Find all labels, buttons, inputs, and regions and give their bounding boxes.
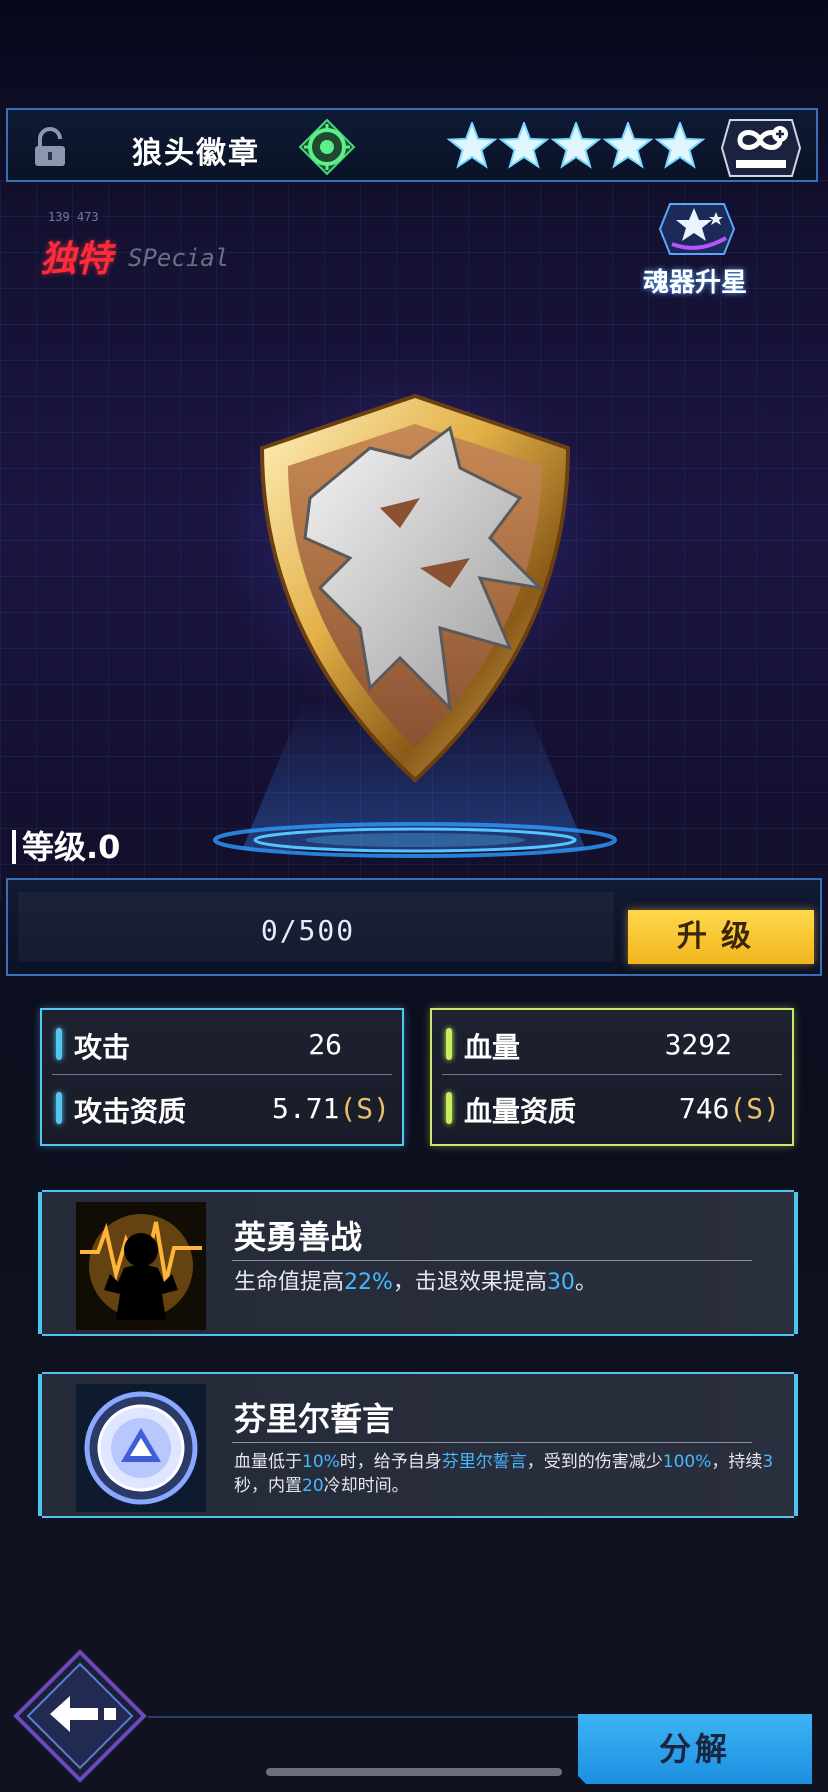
hp-quality-value: 746(S) [679,1092,780,1125]
attack-quality-row: 攻击资质 5.71(S) [56,1086,390,1130]
hp-stats-panel: 血量 3292 血量资质 746(S) [430,1008,794,1146]
star-rating [446,122,706,169]
rarity-label: 独特 [40,239,113,280]
back-arrow-icon[interactable] [10,1646,150,1786]
stat-indicator [56,1028,62,1060]
warrior-silhouette-icon [76,1202,206,1330]
card-edge [38,1192,42,1334]
description-text: 时，给予自身 [339,1452,442,1472]
stat-indicator [446,1028,452,1060]
progress-text: 0/500 [260,914,356,947]
highlighted-value: 芬里尔誓言 [441,1452,527,1472]
description-text: ，持续 [711,1452,763,1472]
infinity-plus-icon[interactable] [720,118,802,178]
stat-divider [52,1074,392,1075]
skill-title: 英勇善战 [234,1218,363,1256]
attack-value: 26 [308,1028,342,1061]
item-name: 狼头徽章 [132,136,260,171]
upgrade-star-button[interactable]: 魂器升星 [622,198,768,302]
hp-quality-number: 746 [678,1092,730,1125]
attack-row: 攻击 26 [56,1022,390,1066]
skill-description: 血量低于10%时，给予自身芬里尔誓言，受到的伤害减少100%，持续3 秒，内置20… [234,1450,774,1498]
attack-quality-value: 5.71(S) [272,1092,390,1125]
hp-label: 血量 [464,1031,521,1064]
disassemble-button[interactable]: 分解 [578,1714,812,1784]
rarity-subtitle: SPecial [128,244,230,272]
star-icon [446,122,498,169]
highlighted-value: 20 [302,1476,324,1496]
skill-card[interactable]: 芬里尔誓言 血量低于10%时，给予自身芬里尔誓言，受到的伤害减少100%，持续3… [38,1372,798,1518]
star-upgrade-icon [658,203,736,255]
star-icon [602,122,654,169]
description-text: 冷却时间。 [323,1476,409,1496]
description-text: 。 [574,1270,597,1295]
description-text: ，受到的伤害减少 [526,1452,663,1472]
stat-indicator [56,1092,62,1124]
skill-card[interactable]: 英勇善战 生命值提高22%，击退效果提高30。 [38,1190,798,1336]
highlighted-value: 30 [546,1270,575,1295]
lock-icon[interactable] [28,126,72,170]
hologram-platform [213,822,617,858]
description-text: 生命值提高 [234,1270,345,1295]
item-header: 狼头徽章 [6,108,818,182]
stat-indicator [446,1092,452,1124]
highlighted-value: 22% [344,1270,393,1295]
upgrade-star-label: 魂器升星 [642,268,747,298]
highlighted-value: 10% [302,1452,340,1472]
bottom-divider [148,1716,578,1718]
card-edge [794,1374,798,1516]
stat-divider [442,1074,782,1075]
hp-quality-grade: (S) [729,1092,780,1125]
level-label: 等级.0 [12,830,120,864]
attack-quality-grade: (S) [339,1092,390,1125]
star-icon [498,122,550,169]
skill-description: 生命值提高22%，击退效果提高30。 [234,1268,774,1298]
hp-row: 血量 3292 [446,1022,780,1066]
attack-label: 攻击 [74,1031,131,1064]
wolf-badge-artwork [259,393,571,783]
description-text: ，击退效果提高 [392,1270,547,1295]
level-progress-panel: 0/500 升级 [6,878,822,976]
attack-quality-number: 5.71 [271,1092,340,1125]
coordinate-readout: 139 473 [48,210,99,224]
skill-title: 芬里尔誓言 [234,1400,395,1438]
skill-divider [232,1442,752,1443]
highlighted-value: 3 [762,1452,774,1472]
hp-quality-row: 血量资质 746(S) [446,1086,780,1130]
attack-stats-panel: 攻击 26 攻击资质 5.71(S) [40,1008,404,1146]
skill-divider [232,1260,752,1261]
attack-quality-label: 攻击资质 [74,1095,187,1128]
hp-value: 3292 [664,1028,732,1061]
target-icon [298,118,356,176]
level-up-button[interactable]: 升级 [628,910,814,964]
star-icon [654,122,706,169]
shield-emblem-icon [76,1384,206,1512]
star-icon [550,122,602,169]
home-indicator[interactable] [266,1768,562,1776]
highlighted-value: 100% [662,1452,712,1472]
card-edge [38,1374,42,1516]
description-text: 血量低于 [234,1452,302,1472]
card-edge [794,1192,798,1334]
description-text: 秒，内置 [234,1476,302,1496]
hp-quality-label: 血量资质 [464,1095,577,1128]
